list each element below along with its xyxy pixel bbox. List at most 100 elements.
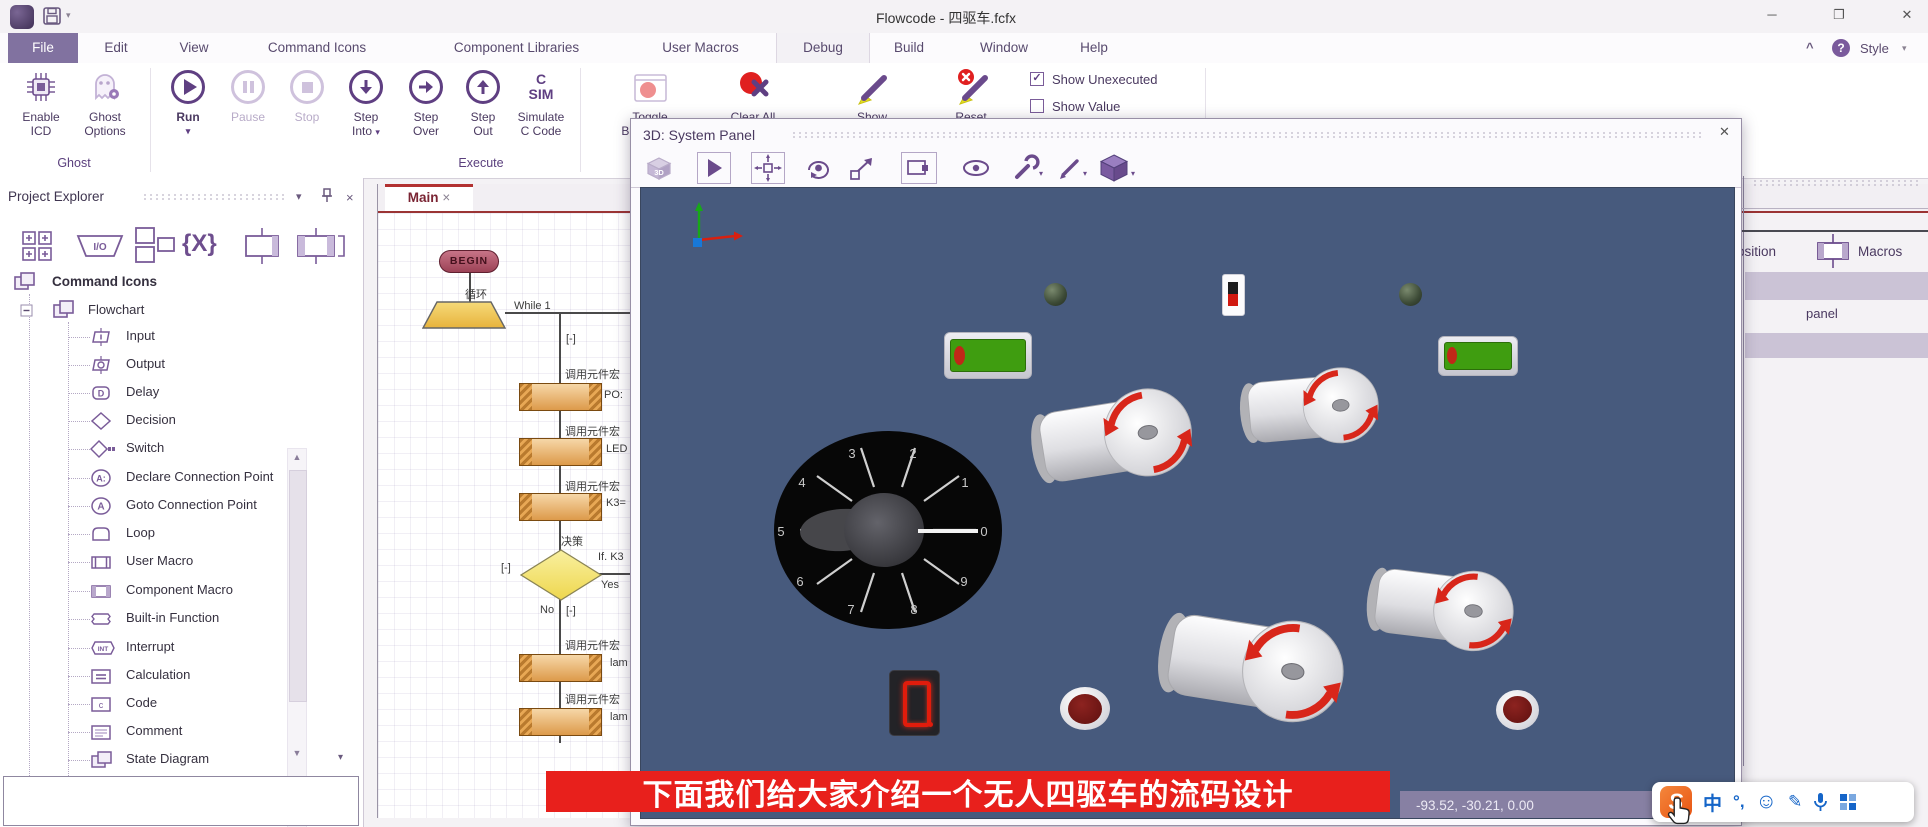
style-caret-icon[interactable]: ▾: [1902, 43, 1907, 54]
expression-tool[interactable]: {X}: [182, 230, 217, 258]
ghost-options-icon[interactable]: [88, 70, 122, 104]
simulate-c-code-button[interactable]: SimulateC Code: [506, 110, 576, 138]
scroll-up-icon[interactable]: ▲: [288, 452, 306, 462]
style-menu[interactable]: Style: [1860, 41, 1889, 56]
tools-wrench-icon[interactable]: [1009, 153, 1041, 183]
restore-button[interactable]: ❐: [1824, 4, 1854, 26]
step-out-icon[interactable]: [466, 70, 500, 104]
pan-tool-button[interactable]: [751, 152, 785, 184]
component-macro-node[interactable]: [519, 654, 602, 682]
3d-panel-close-icon[interactable]: ✕: [1719, 124, 1730, 140]
menu-file[interactable]: File: [8, 33, 78, 63]
component-macro-node[interactable]: [519, 708, 602, 736]
menu-command-icons[interactable]: Command Icons: [246, 38, 388, 60]
menu-build[interactable]: Build: [882, 38, 936, 60]
play-simulation-button[interactable]: [697, 152, 731, 184]
menu-window[interactable]: Window: [962, 38, 1046, 60]
motor[interactable]: [1342, 543, 1540, 671]
led-sphere[interactable]: [1399, 283, 1422, 306]
collapse-marker[interactable]: [-]: [566, 605, 576, 617]
help-icon[interactable]: ?: [1832, 39, 1850, 57]
tab-close-icon[interactable]: ×: [442, 190, 450, 205]
component-tool[interactable]: [238, 228, 286, 264]
step-over-button[interactable]: StepOver: [396, 110, 456, 138]
frame-select-button[interactable]: [901, 152, 937, 184]
tree-overflow-caret-icon[interactable]: ▾: [338, 752, 343, 763]
macros-tab[interactable]: Macros: [1858, 244, 1902, 259]
wrench-caret-icon[interactable]: ▾: [1039, 169, 1043, 178]
punctuation-icon[interactable]: °,: [1733, 792, 1745, 812]
show-code-icon[interactable]: [855, 70, 891, 108]
paint-brush-icon[interactable]: [1055, 153, 1085, 183]
right-panel-drag-handle[interactable]: [1752, 179, 1922, 188]
tab-main[interactable]: Main ×: [385, 184, 473, 211]
component-macro-node[interactable]: [519, 383, 602, 411]
emoji-icon[interactable]: ☺: [1756, 790, 1777, 814]
ghost-options-button[interactable]: GhostOptions: [70, 110, 140, 138]
minimize-button[interactable]: ─: [1757, 4, 1787, 26]
reset-code-icon[interactable]: [954, 68, 994, 108]
show-unexecuted-label[interactable]: Show Unexecuted: [1052, 72, 1158, 87]
show-value-label[interactable]: Show Value: [1052, 99, 1120, 114]
run-icon[interactable]: [171, 70, 205, 104]
step-into-button[interactable]: StepInto ▾: [336, 110, 396, 139]
component-macro-node[interactable]: [519, 438, 602, 466]
collapse-marker[interactable]: [-]: [566, 333, 576, 345]
led-sphere[interactable]: [1044, 283, 1067, 306]
panel-drag-handle[interactable]: [142, 193, 288, 200]
keyboard-grid-icon[interactable]: [1839, 793, 1857, 811]
motor[interactable]: [1230, 352, 1390, 465]
solid-cube-icon[interactable]: [1099, 152, 1131, 184]
enable-icd-button[interactable]: EnableICD: [6, 110, 76, 138]
mic-icon[interactable]: [1813, 792, 1828, 812]
step-over-icon[interactable]: [409, 70, 443, 104]
menu-debug[interactable]: Debug: [776, 33, 870, 63]
decision-node[interactable]: [520, 549, 602, 601]
windows-tool[interactable]: [132, 226, 180, 266]
rocker-switch[interactable]: [1222, 274, 1245, 316]
menu-view[interactable]: View: [166, 38, 222, 60]
collapse-expander-icon[interactable]: [20, 304, 33, 317]
menu-component-libraries[interactable]: Component Libraries: [427, 38, 606, 60]
collapse-ribbon-icon[interactable]: ^: [1806, 40, 1814, 55]
scroll-down-icon[interactable]: ▼: [288, 748, 306, 758]
table-cell-panel[interactable]: panel: [1806, 306, 1838, 321]
table-row[interactable]: [1745, 333, 1928, 358]
panel-menu-caret-icon[interactable]: ▾: [296, 190, 302, 203]
round-led[interactable]: [1496, 690, 1539, 730]
chinese-mode-icon[interactable]: 中: [1703, 789, 1722, 816]
menu-help[interactable]: Help: [1066, 38, 1122, 60]
save-icon[interactable]: [43, 7, 62, 26]
panel-close-icon[interactable]: ×: [346, 190, 354, 205]
step-into-icon[interactable]: [349, 70, 383, 104]
show-unexecuted-checkbox[interactable]: ✓: [1030, 72, 1044, 86]
table-row[interactable]: [1745, 272, 1928, 300]
orbit-tool-icon[interactable]: [803, 154, 833, 182]
explorer-scrollbar-thumb[interactable]: [289, 470, 307, 702]
step-out-button[interactable]: StepOut: [453, 110, 513, 138]
begin-node[interactable]: BEGIN: [439, 250, 499, 273]
cube-caret-icon[interactable]: ▾: [1131, 169, 1135, 178]
simulate-c-code-icon[interactable]: CSIM: [516, 72, 566, 102]
motor[interactable]: [1139, 583, 1365, 748]
collapse-marker[interactable]: [-]: [501, 562, 511, 574]
pen-icon[interactable]: ✎: [1788, 792, 1802, 812]
3d-panel-drag-handle[interactable]: [791, 131, 1701, 139]
component-macro-tool[interactable]: [294, 228, 346, 264]
show-value-checkbox[interactable]: [1030, 99, 1044, 113]
menu-user-macros[interactable]: User Macros: [643, 38, 758, 60]
visibility-eye-icon[interactable]: [959, 155, 993, 181]
close-button[interactable]: ✕: [1892, 4, 1922, 26]
loop-start-node[interactable]: [422, 301, 506, 329]
quick-access-caret-icon[interactable]: ▾: [66, 10, 71, 21]
resize-tool-icon[interactable]: [847, 154, 877, 182]
io-tool[interactable]: I/O: [74, 232, 126, 260]
brush-caret-icon[interactable]: ▾: [1083, 169, 1087, 178]
grid-icons-tool[interactable]: [20, 228, 66, 262]
clear-breakpoints-icon[interactable]: [736, 70, 774, 106]
rotary-dial[interactable]: 0 1 2 3 4 5 6 7 8 9: [772, 430, 1004, 632]
battery-board[interactable]: [1438, 336, 1518, 376]
toggle-breakpoint-icon[interactable]: [633, 72, 669, 104]
pin-icon[interactable]: [320, 188, 334, 203]
run-button[interactable]: Run▾: [158, 110, 218, 138]
